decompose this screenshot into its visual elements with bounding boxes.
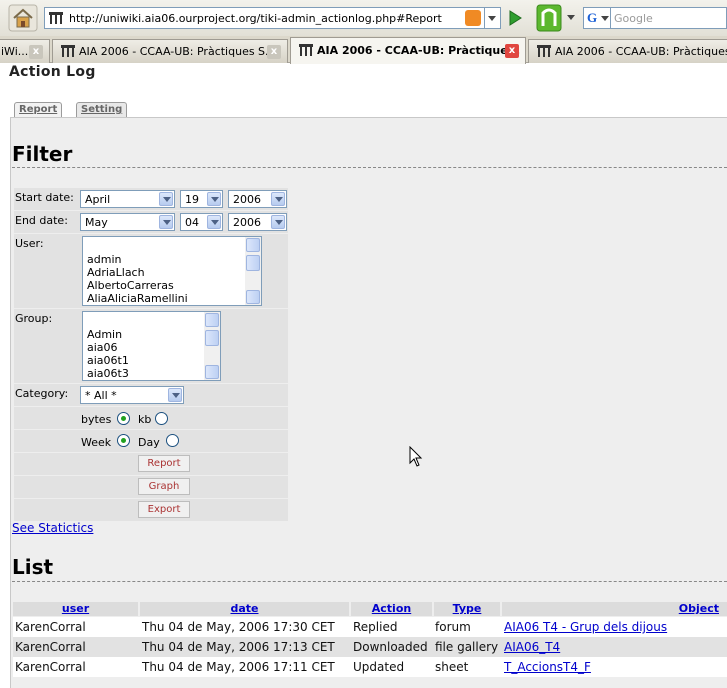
list-item[interactable]: AdriaLlach <box>87 266 145 279</box>
start-date-row: Start date: April 19 2006 <box>14 188 288 210</box>
scroll-up-icon[interactable] <box>246 238 260 252</box>
search-engine-selector[interactable]: G <box>583 7 611 29</box>
category-select[interactable]: * All * <box>80 386 184 404</box>
object-link[interactable]: AIA06_T4 <box>504 640 560 654</box>
end-day-select[interactable]: 04 <box>180 213 223 231</box>
list-item[interactable]: AliaAliciaRamellini <box>87 292 188 305</box>
list-item[interactable]: aia06 <box>87 341 118 354</box>
start-month-select[interactable]: April <box>80 190 175 208</box>
divider <box>12 581 727 582</box>
scroll-thumb[interactable] <box>246 255 260 271</box>
rss-feed-icon[interactable] <box>465 10 481 26</box>
kb-radio[interactable] <box>155 412 168 425</box>
report-button-row: Report <box>14 453 288 475</box>
addon-dropdown-icon[interactable] <box>566 12 576 22</box>
see-statistics-link[interactable]: See Statictics <box>12 521 93 535</box>
scroll-down-icon[interactable] <box>246 290 260 304</box>
column-header-user[interactable]: user <box>13 602 138 616</box>
period-row: Week Day <box>14 430 288 452</box>
site-favicon-icon <box>299 44 313 59</box>
site-favicon-icon <box>49 12 63 27</box>
export-button-row: Export <box>14 499 288 521</box>
tab-0[interactable]: iWi... x <box>0 39 50 63</box>
close-icon[interactable]: x <box>29 45 43 59</box>
list-item[interactable]: aia06t1 <box>87 354 129 367</box>
search-input[interactable]: Google <box>611 7 727 29</box>
tab-setting[interactable]: Setting <box>76 102 128 117</box>
scrollbar[interactable] <box>245 237 261 305</box>
report-button[interactable]: Report <box>138 455 190 472</box>
close-icon[interactable]: x <box>505 44 519 58</box>
mouse-pointer-icon <box>409 445 423 471</box>
google-icon: G <box>587 10 598 25</box>
graph-button-row: Graph <box>14 476 288 498</box>
week-radio[interactable] <box>117 434 130 447</box>
bytes-radio[interactable] <box>117 412 130 425</box>
group-row: Group: Admin aia06 aia06t1 aia06t3 <box>14 309 288 383</box>
chevron-down-icon <box>159 192 173 206</box>
end-year-select[interactable]: 2006 <box>228 213 287 231</box>
tab-report[interactable]: Report <box>14 102 63 117</box>
home-icon[interactable] <box>8 4 38 32</box>
list-item[interactable]: aia06t3 <box>87 367 129 380</box>
start-day-select[interactable]: 19 <box>180 190 223 208</box>
group-listbox[interactable]: Admin aia06 aia06t1 aia06t3 <box>82 311 221 381</box>
page-title: Action Log <box>9 64 96 80</box>
toolbar-addon-icon[interactable] <box>536 4 562 32</box>
export-button[interactable]: Export <box>138 501 190 518</box>
scroll-up-icon[interactable] <box>205 313 219 327</box>
list-heading: List <box>12 555 54 579</box>
column-header-object[interactable]: Object <box>502 602 727 616</box>
address-bar[interactable]: http://uniwiki.aia06.ourproject.org/tiki… <box>44 7 485 29</box>
table-row: KarenCorral Thu 04 de May, 2006 17:30 CE… <box>13 617 727 637</box>
url-history-dropdown-icon[interactable] <box>485 7 501 29</box>
divider <box>12 167 727 168</box>
table-row: KarenCorral Thu 04 de May, 2006 17:11 CE… <box>13 657 727 677</box>
tab-1[interactable]: AIA 2006 - CCAA-UB: Pràctiques S... x <box>52 39 288 63</box>
go-arrow-icon[interactable] <box>505 8 525 28</box>
day-radio[interactable] <box>166 434 179 447</box>
scroll-thumb[interactable] <box>205 330 219 346</box>
tab-3[interactable]: AIA 2006 - CCAA-UB: Pràctiques S... <box>528 39 727 63</box>
category-row: Category: * All * <box>14 384 288 406</box>
site-favicon-icon <box>61 45 75 60</box>
filter-heading: Filter <box>12 142 73 166</box>
user-listbox[interactable]: admin AdriaLlach AlbertoCarreras AliaAli… <box>82 236 262 306</box>
column-header-type[interactable]: Type <box>434 602 500 616</box>
url-text: http://uniwiki.aia06.ourproject.org/tiki… <box>69 12 442 25</box>
close-icon[interactable]: x <box>267 45 281 59</box>
scrollbar[interactable] <box>204 312 220 380</box>
chevron-down-icon <box>168 388 182 402</box>
chevron-down-icon <box>271 215 285 229</box>
chevron-down-icon <box>207 192 221 206</box>
tab-strip: iWi... x AIA 2006 - CCAA-UB: Pràctiques … <box>0 36 727 64</box>
object-link[interactable]: AIA06 T4 - Grup dels dijous <box>504 620 667 634</box>
start-year-select[interactable]: 2006 <box>228 190 287 208</box>
table-row: KarenCorral Thu 04 de May, 2006 17:13 CE… <box>13 637 727 657</box>
list-item[interactable]: AlbertoCarreras <box>87 279 174 292</box>
site-favicon-icon <box>537 45 551 60</box>
list-item[interactable]: Admin <box>87 328 122 341</box>
column-header-action[interactable]: Action <box>351 602 432 616</box>
scroll-down-icon[interactable] <box>205 365 219 379</box>
list-item[interactable]: admin <box>87 253 121 266</box>
end-date-row: End date: May 04 2006 <box>14 211 288 233</box>
column-header-date[interactable]: date <box>140 602 349 616</box>
chevron-down-icon <box>271 192 285 206</box>
user-row: User: admin AdriaLlach AlbertoCarreras A… <box>14 234 288 308</box>
object-link[interactable]: T_AccionsT4_F <box>504 660 591 674</box>
unit-row: bytes kb <box>14 407 288 429</box>
chevron-down-icon <box>207 215 221 229</box>
end-month-select[interactable]: May <box>80 213 175 231</box>
graph-button[interactable]: Graph <box>138 478 190 495</box>
tab-2-active[interactable]: AIA 2006 - CCAA-UB: Pràctique... x <box>290 37 526 64</box>
browser-toolbar: http://uniwiki.aia06.ourproject.org/tiki… <box>0 0 727 36</box>
chevron-down-icon <box>159 215 173 229</box>
